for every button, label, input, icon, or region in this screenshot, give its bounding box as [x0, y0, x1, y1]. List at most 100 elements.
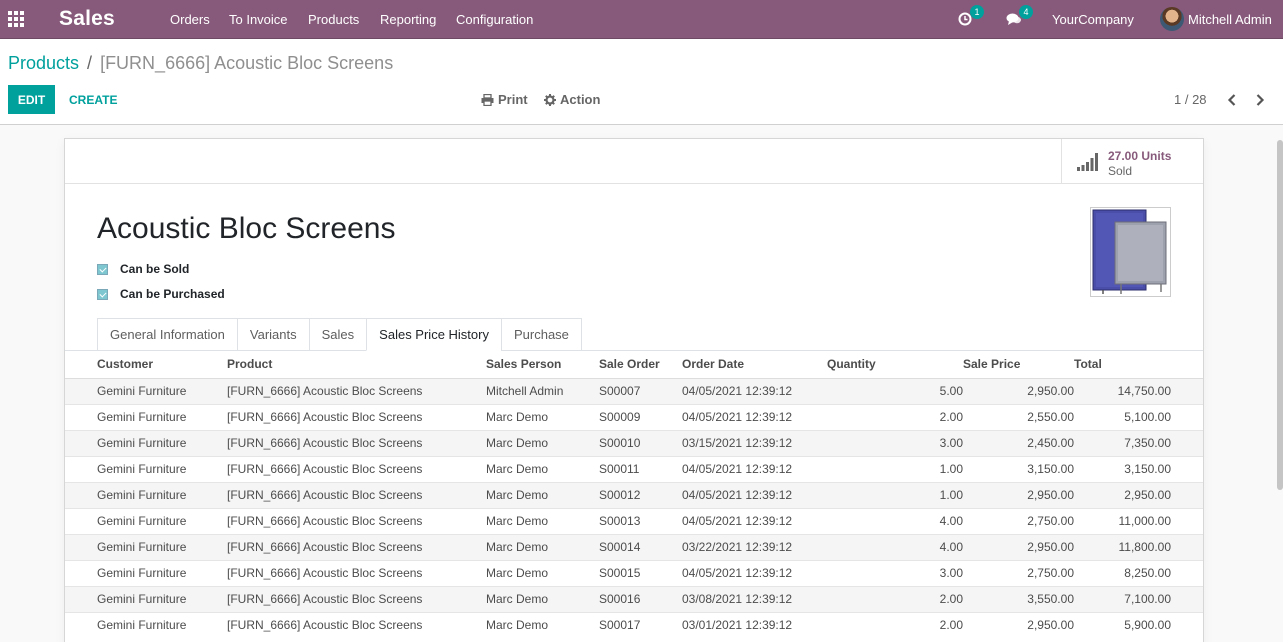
breadcrumb-current: [FURN_6666] Acoustic Bloc Screens [100, 52, 394, 73]
edit-button[interactable]: EDIT [8, 85, 55, 114]
cell-total: 14,750.00 [1074, 377, 1203, 404]
cell-product: [FURN_6666] Acoustic Bloc Screens [227, 611, 486, 638]
cell-customer: Gemini Furniture [65, 611, 227, 638]
cell-sale-order: S00017 [599, 611, 682, 638]
scrollbar[interactable] [1277, 140, 1283, 490]
cell-product: [FURN_6666] Acoustic Bloc Screens [227, 403, 486, 430]
chevron-right-icon [1256, 93, 1265, 106]
cell-sale-price: 2,450.00 [963, 429, 1074, 456]
table-row[interactable]: Gemini Furniture [FURN_6666] Acoustic Blo… [65, 481, 1203, 508]
table-row[interactable]: Gemini Furniture [FURN_6666] Acoustic Blo… [65, 455, 1203, 482]
activity-button[interactable] [958, 0, 972, 38]
cell-total: 11,000.00 [1074, 507, 1203, 534]
cell-order-date: 03/01/2021 12:39:12 [682, 611, 827, 638]
tab-variants[interactable]: Variants [236, 318, 309, 351]
cell-quantity: 2.00 [827, 585, 963, 612]
action-button[interactable]: Action [544, 85, 600, 114]
menu-to-invoice[interactable]: To Invoice [229, 0, 288, 38]
apps-menu-icon[interactable] [8, 0, 28, 38]
column-header-quantity[interactable]: Quantity [827, 351, 963, 379]
pager-next-button[interactable] [1255, 85, 1265, 114]
can-be-sold-field: Can be Sold [97, 262, 189, 276]
tab-sales[interactable]: Sales [308, 318, 367, 351]
control-panel: Products / [FURN_6666] Acoustic Bloc Scr… [0, 39, 1283, 125]
app-name[interactable]: Sales [59, 0, 115, 38]
cell-customer: Gemini Furniture [65, 507, 227, 534]
breadcrumb-separator: / [87, 52, 93, 73]
chevron-left-icon [1227, 93, 1236, 106]
cell-order-date: 04/05/2021 12:39:12 [682, 481, 827, 508]
cell-order-date: 04/05/2021 12:39:12 [682, 403, 827, 430]
cell-product: [FURN_6666] Acoustic Bloc Screens [227, 559, 486, 586]
cell-customer: Gemini Furniture [65, 377, 227, 404]
units-sold-value: 27.00 Units [1108, 149, 1172, 163]
cell-total: 8,250.00 [1074, 559, 1203, 586]
notebook-tabs: General Information Variants Sales Sales… [97, 318, 582, 351]
menu-orders[interactable]: Orders [170, 0, 210, 38]
menu-configuration[interactable]: Configuration [456, 0, 533, 38]
can-be-purchased-checkbox[interactable] [97, 288, 108, 300]
breadcrumb-products-link[interactable]: Products [8, 53, 79, 74]
cell-order-date: 04/05/2021 12:39:12 [682, 377, 827, 404]
avatar [1160, 7, 1184, 31]
cell-quantity: 2.00 [827, 611, 963, 638]
user-menu[interactable]: Mitchell Admin [1160, 0, 1272, 38]
column-header-total[interactable]: Total [1074, 351, 1203, 379]
cell-sales-person: Marc Demo [486, 533, 599, 560]
print-label: Print [498, 92, 528, 107]
create-button[interactable]: CREATE [69, 85, 117, 114]
company-switcher[interactable]: YourCompany [1052, 0, 1134, 38]
table-row[interactable]: Gemini Furniture [FURN_6666] Acoustic Blo… [65, 559, 1203, 586]
column-header-sale-order[interactable]: Sale Order [599, 351, 682, 379]
cell-product: [FURN_6666] Acoustic Bloc Screens [227, 507, 486, 534]
pager-value[interactable]: 1 / 28 [1174, 85, 1207, 114]
cell-customer: Gemini Furniture [65, 429, 227, 456]
menu-reporting[interactable]: Reporting [380, 0, 436, 38]
messages-button[interactable] [1006, 0, 1022, 38]
cell-sale-price: 2,750.00 [963, 559, 1074, 586]
cell-sales-person: Marc Demo [486, 507, 599, 534]
units-sold-stat-button[interactable]: 27.00 Units Sold [1061, 139, 1203, 183]
table-row[interactable]: Gemini Furniture [FURN_6666] Acoustic Blo… [65, 403, 1203, 430]
product-image[interactable] [1090, 207, 1171, 297]
cell-total: 3,150.00 [1074, 455, 1203, 482]
signal-bars-icon [1077, 153, 1098, 171]
cell-sale-order: S00010 [599, 429, 682, 456]
pager-previous-button[interactable] [1227, 85, 1237, 114]
cell-sale-order: S00014 [599, 533, 682, 560]
column-header-sale-price[interactable]: Sale Price [963, 351, 1074, 379]
activity-count-badge: 1 [970, 5, 984, 19]
column-header-sales-person[interactable]: Sales Person [486, 351, 599, 379]
cell-quantity: 1.00 [827, 455, 963, 482]
table-row[interactable]: Gemini Furniture [FURN_6666] Acoustic Blo… [65, 585, 1203, 612]
table-row[interactable]: Gemini Furniture [FURN_6666] Acoustic Blo… [65, 377, 1203, 404]
print-button[interactable]: Print [481, 85, 528, 114]
cell-sales-person: Marc Demo [486, 611, 599, 638]
sales-price-history-table: Customer Product Sales Person Sale Order… [65, 351, 1203, 638]
cell-sale-price: 2,950.00 [963, 533, 1074, 560]
cell-sales-person: Marc Demo [486, 481, 599, 508]
column-header-product[interactable]: Product [227, 351, 486, 379]
table-row[interactable]: Gemini Furniture [FURN_6666] Acoustic Blo… [65, 533, 1203, 560]
table-row[interactable]: Gemini Furniture [FURN_6666] Acoustic Blo… [65, 429, 1203, 456]
table-row[interactable]: Gemini Furniture [FURN_6666] Acoustic Blo… [65, 611, 1203, 638]
cell-product: [FURN_6666] Acoustic Bloc Screens [227, 481, 486, 508]
table-row[interactable]: Gemini Furniture [FURN_6666] Acoustic Blo… [65, 507, 1203, 534]
cell-sale-order: S00011 [599, 455, 682, 482]
cell-sale-order: S00009 [599, 403, 682, 430]
column-header-order-date[interactable]: Order Date [682, 351, 827, 379]
tab-sales-price-history[interactable]: Sales Price History [366, 318, 501, 351]
cell-sale-price: 2,950.00 [963, 377, 1074, 404]
can-be-purchased-field: Can be Purchased [97, 287, 225, 301]
menu-products[interactable]: Products [308, 0, 359, 38]
cell-sale-price: 2,550.00 [963, 403, 1074, 430]
tab-general-information[interactable]: General Information [97, 318, 237, 351]
cell-quantity: 2.00 [827, 403, 963, 430]
column-header-customer[interactable]: Customer [65, 351, 227, 379]
can-be-sold-checkbox[interactable] [97, 263, 108, 275]
tab-purchase[interactable]: Purchase [500, 318, 582, 351]
cell-total: 5,900.00 [1074, 611, 1203, 638]
cell-sales-person: Marc Demo [486, 585, 599, 612]
gear-icon [544, 93, 556, 106]
cell-order-date: 03/22/2021 12:39:12 [682, 533, 827, 560]
